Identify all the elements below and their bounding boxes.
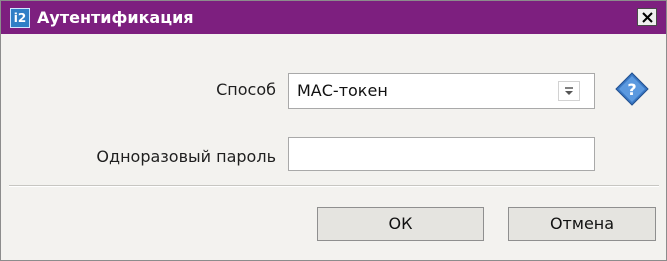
window-title: Аутентификация — [37, 8, 194, 27]
app-icon: i2 — [10, 8, 30, 28]
method-select[interactable]: МАС-токен — [288, 73, 595, 109]
cancel-button[interactable]: Отмена — [508, 207, 656, 241]
title-bar[interactable]: i2 Аутентификация — [1, 1, 666, 34]
close-icon — [642, 12, 653, 23]
separator — [9, 185, 659, 187]
dropdown-arrow-icon[interactable] — [558, 81, 580, 101]
help-icon[interactable]: ? — [614, 71, 650, 107]
otp-input[interactable] — [288, 137, 595, 171]
auth-dialog: i2 Аутентификация Способ МАС-токен ? Одн… — [0, 0, 667, 261]
ok-button[interactable]: ОК — [317, 207, 484, 241]
method-select-value: МАС-токен — [297, 81, 388, 100]
close-button[interactable] — [637, 8, 657, 26]
svg-text:?: ? — [627, 80, 636, 99]
method-label: Способ — [216, 80, 276, 99]
otp-label: Одноразовый пароль — [96, 147, 276, 166]
app-icon-glyph: i2 — [13, 11, 27, 25]
